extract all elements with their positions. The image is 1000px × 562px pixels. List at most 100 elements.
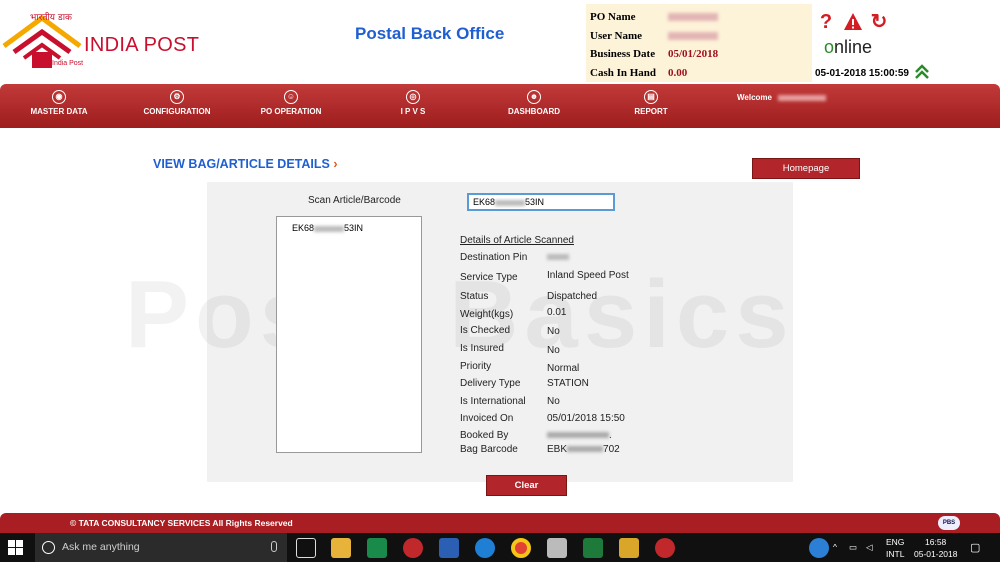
- homepage-button[interactable]: Homepage: [752, 158, 860, 179]
- list-item-suffix: 53IN: [344, 223, 364, 233]
- welcome-label: Welcome: [737, 93, 772, 102]
- delivery-type-label: Delivery Type: [460, 378, 521, 389]
- cortana-icon: [42, 541, 55, 554]
- bag-barcode-prefix: EBK: [547, 444, 568, 455]
- volume-icon[interactable]: ◁: [866, 542, 873, 553]
- alert-icon[interactable]: [843, 12, 863, 32]
- welcome-user: Welcome: [737, 93, 826, 102]
- clear-button[interactable]: Clear: [486, 475, 567, 496]
- invoiced-on-value: 05/01/2018 15:50: [547, 413, 625, 424]
- booked-by-value: .: [547, 430, 612, 441]
- status-label: Status: [460, 291, 489, 302]
- welcome-username-redacted: [777, 94, 826, 101]
- language-eng[interactable]: ENG: [886, 537, 904, 547]
- file-explorer-icon[interactable]: [331, 538, 351, 558]
- is-insured-value: No: [547, 345, 560, 356]
- scanned-articles-list[interactable]: EK68 53IN: [276, 216, 422, 453]
- user-name-row: User Name: [590, 27, 808, 46]
- india-post-logo[interactable]: भारतीय डाक INDIA POST India Post: [2, 8, 202, 72]
- online-status-o: o: [824, 37, 835, 57]
- configuration-icon: ⚙: [170, 90, 184, 104]
- details-title: Details of Article Scanned: [460, 235, 574, 246]
- scan-value-prefix: EK68: [473, 197, 496, 207]
- po-operation-icon: ☺: [284, 90, 298, 104]
- is-international-value: No: [547, 396, 560, 407]
- nav-po-operation-label: PO OPERATION: [260, 107, 322, 116]
- nav-ipvs[interactable]: ◎ I P V S: [358, 90, 468, 116]
- pbs-badge: PBS: [938, 516, 960, 530]
- bag-barcode-value: EBK 702: [547, 444, 620, 455]
- microphone-icon[interactable]: [271, 541, 277, 552]
- online-status-rest: nline: [834, 37, 873, 57]
- nav-configuration[interactable]: ⚙ CONFIGURATION: [122, 90, 232, 116]
- header-icons: ? ↻: [816, 12, 896, 34]
- is-international-label: Is International: [460, 396, 526, 407]
- refresh-icon[interactable]: ↻: [869, 12, 889, 32]
- ipvs-icon: ◎: [406, 90, 420, 104]
- footer-copyright: © TATA CONSULTANCY SERVICES All Rights R…: [70, 518, 293, 528]
- taskbar-time[interactable]: 16:58: [925, 537, 946, 547]
- help-icon[interactable]: ?: [816, 12, 836, 32]
- network-icon[interactable]: ▭: [849, 542, 857, 553]
- nav-configuration-label: CONFIGURATION: [143, 107, 211, 116]
- cash-in-hand-label: Cash In Hand: [590, 66, 657, 79]
- master-data-icon: ◉: [52, 90, 66, 104]
- bag-barcode-label: Bag Barcode: [460, 444, 518, 455]
- calculator-app-icon[interactable]: [367, 538, 387, 558]
- logo-hindi-text: भारतीय डाक: [30, 13, 72, 23]
- app-title: Postal Back Office: [355, 24, 505, 43]
- language-intl[interactable]: INTL: [886, 549, 904, 559]
- excel-icon[interactable]: [583, 538, 603, 558]
- scan-value-suffix: 53IN: [525, 197, 545, 207]
- service-type-label: Service Type: [460, 272, 518, 283]
- nav-dashboard[interactable]: ☻ DASHBOARD: [479, 90, 589, 116]
- nav-ipvs-label: I P V S: [400, 107, 426, 116]
- list-item-prefix: EK68: [292, 223, 315, 233]
- weight-label: Weight(kgs): [460, 309, 514, 320]
- active-app-icon[interactable]: [655, 538, 675, 558]
- nav-master-data[interactable]: ◉ MASTER DATA: [4, 90, 114, 116]
- help-tray-icon[interactable]: [809, 538, 829, 558]
- nav-report[interactable]: ▤ REPORT: [596, 90, 706, 116]
- word-icon[interactable]: [439, 538, 459, 558]
- paint-icon[interactable]: [619, 538, 639, 558]
- scan-article-input[interactable]: EK68 53IN: [467, 193, 615, 211]
- nav-master-data-label: MASTER DATA: [30, 107, 88, 116]
- windows-start-icon[interactable]: [8, 540, 23, 555]
- po-name-value-redacted: [668, 13, 718, 22]
- double-up-arrow-icon[interactable]: [914, 64, 930, 80]
- nav-po-operation[interactable]: ☺ PO OPERATION: [236, 90, 346, 116]
- app-red-circle-icon[interactable]: [403, 538, 423, 558]
- business-date-row: Business Date 05/01/2018: [590, 45, 808, 64]
- chrome-icon[interactable]: [511, 538, 531, 558]
- nav-dashboard-label: DASHBOARD: [508, 107, 560, 116]
- notifications-icon[interactable]: ▢: [970, 541, 980, 554]
- taskbar-search-box[interactable]: Ask me anything: [35, 533, 287, 562]
- list-item[interactable]: EK68 53IN: [292, 223, 363, 233]
- list-item-redacted: [314, 225, 345, 232]
- is-checked-value: No: [547, 326, 560, 337]
- internet-explorer-icon[interactable]: [475, 538, 495, 558]
- is-checked-label: Is Checked: [460, 325, 511, 336]
- chevron-up-icon[interactable]: ^: [833, 542, 837, 552]
- business-date-label: Business Date: [590, 48, 656, 61]
- bag-barcode-redacted: [567, 446, 604, 453]
- page-title-text: VIEW BAG/ARTICLE DETAILS: [153, 157, 330, 171]
- po-info-panel: PO Name User Name Business Date 05/01/20…: [586, 4, 812, 82]
- taskbar-date[interactable]: 05-01-2018: [914, 549, 957, 559]
- calculator-icon[interactable]: [547, 538, 567, 558]
- business-date-value: 05/01/2018: [668, 48, 719, 61]
- task-view-icon[interactable]: [296, 538, 316, 558]
- page-title: VIEW BAG/ARTICLE DETAILS ›: [153, 157, 338, 171]
- destination-pin-label: Destination Pin: [460, 252, 528, 263]
- bag-barcode-suffix: 702: [603, 444, 620, 455]
- user-name-label: User Name: [590, 29, 643, 42]
- cash-in-hand-value: 0.00: [668, 66, 688, 79]
- dashboard-icon: ☻: [527, 90, 541, 104]
- destination-pin-redacted: [547, 254, 569, 261]
- po-name-row: PO Name: [590, 8, 808, 27]
- report-icon: ▤: [644, 90, 658, 104]
- scan-article-label: Scan Article/Barcode: [308, 195, 401, 206]
- delivery-type-value: STATION: [547, 378, 589, 389]
- is-insured-label: Is Insured: [460, 343, 504, 354]
